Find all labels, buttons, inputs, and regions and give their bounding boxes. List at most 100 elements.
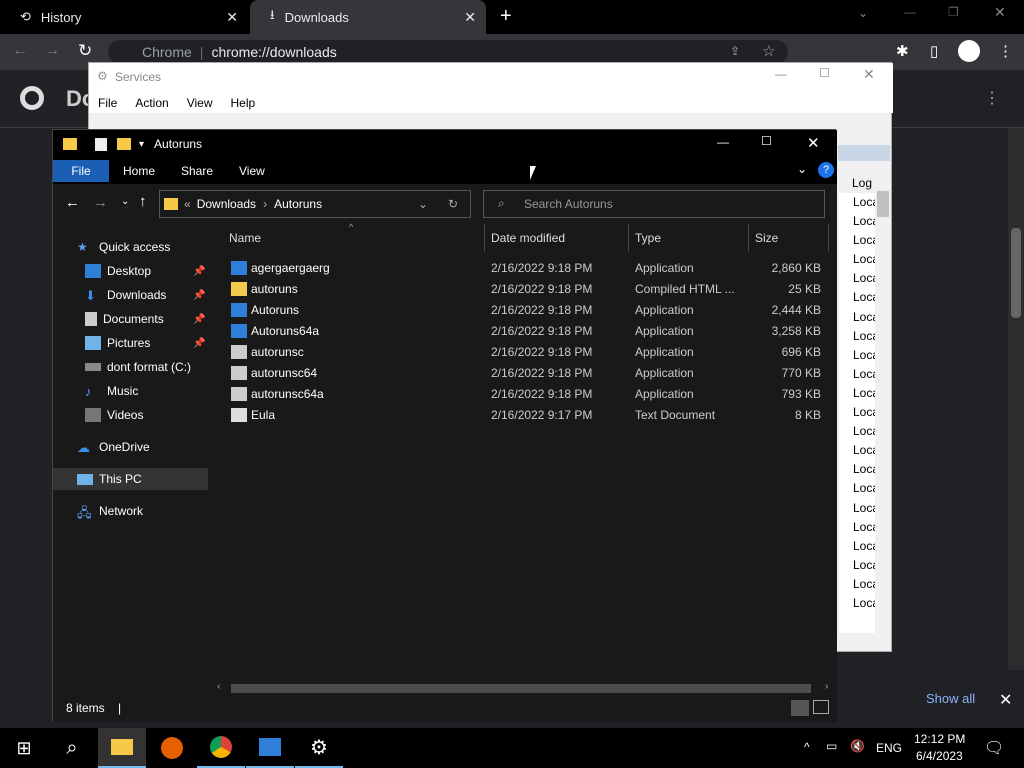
service-row[interactable]: Loca xyxy=(839,422,875,441)
service-row[interactable]: Loca xyxy=(839,403,875,422)
taskbar-chrome[interactable] xyxy=(197,728,245,768)
extension-icon[interactable]: ✱ xyxy=(896,42,909,60)
properties-icon[interactable] xyxy=(95,137,107,151)
column-size[interactable]: Size xyxy=(749,224,829,252)
service-row[interactable]: Loca xyxy=(839,212,875,231)
menu-icon[interactable]: ⋮ xyxy=(998,42,1013,60)
show-all-button[interactable]: Show all xyxy=(926,691,975,706)
services-close-icon[interactable]: ✕ xyxy=(863,66,875,83)
nav-this-pc[interactable]: This PC xyxy=(53,468,208,490)
service-row[interactable]: Loca xyxy=(839,308,875,327)
profile-icon[interactable] xyxy=(958,40,980,62)
close-tab-icon[interactable]: ✕ xyxy=(226,9,238,26)
minimize-icon[interactable]: — xyxy=(904,5,916,19)
nav-back-icon[interactable]: ← xyxy=(65,194,80,211)
recent-locations-icon[interactable]: ⌄ xyxy=(121,196,129,207)
services-scrollbar[interactable] xyxy=(875,173,891,601)
clock-time[interactable]: 12:12 PM xyxy=(914,732,965,746)
search-button[interactable]: ⌕ xyxy=(48,728,96,768)
explorer-maximize-icon[interactable]: ☐ xyxy=(761,134,772,148)
service-row[interactable]: Loca xyxy=(839,460,875,479)
taskbar-file-explorer[interactable] xyxy=(98,728,146,768)
large-icons-view-icon[interactable] xyxy=(813,700,829,714)
ribbon-share-tab[interactable]: Share xyxy=(181,164,213,178)
column-type[interactable]: Type xyxy=(629,224,749,252)
service-row[interactable]: Loca xyxy=(839,346,875,365)
share-icon[interactable]: ⇪ xyxy=(730,44,740,58)
new-folder-icon[interactable] xyxy=(117,138,131,150)
service-row[interactable]: Loca xyxy=(839,250,875,269)
notifications-icon[interactable]: 🗨 xyxy=(984,738,1004,758)
tab-downloads[interactable]: ⭳ Downloads ✕ xyxy=(250,0,486,34)
taskbar-services[interactable] xyxy=(246,728,294,768)
ribbon-file-tab[interactable]: File xyxy=(53,160,109,182)
file-row[interactable]: autorunsc 2/16/2022 9:18 PM Application 696… xyxy=(221,341,821,362)
service-row[interactable]: Loca xyxy=(839,288,875,307)
column-name[interactable]: Name xyxy=(223,224,485,252)
page-scrollbar[interactable] xyxy=(1008,128,1024,670)
file-row[interactable]: autoruns 2/16/2022 9:18 PM Compiled HTML .… xyxy=(221,278,821,299)
new-tab-icon[interactable]: + xyxy=(500,5,512,28)
nav-forward-icon[interactable]: → xyxy=(93,194,108,211)
expand-ribbon-icon[interactable]: ⌄ xyxy=(797,162,807,176)
nav-up-icon[interactable]: ↑ xyxy=(139,193,147,210)
service-row[interactable]: Loca xyxy=(839,518,875,537)
services-maximize-icon[interactable]: ☐ xyxy=(819,66,830,80)
network-tray-icon[interactable]: ▭ xyxy=(826,739,837,753)
bookmark-star-icon[interactable]: ☆ xyxy=(762,42,775,60)
nav-network[interactable]: 🖧 Network xyxy=(77,500,232,522)
scroll-left-icon[interactable]: ‹ xyxy=(217,681,220,692)
customize-qat-icon[interactable]: ▾ xyxy=(139,139,144,150)
breadcrumb-autoruns[interactable]: Autoruns xyxy=(274,197,322,211)
close-window-icon[interactable]: ✕ xyxy=(994,4,1006,21)
service-row[interactable]: Loca xyxy=(839,269,875,288)
service-row[interactable]: Loca xyxy=(839,575,875,594)
forward-icon[interactable]: → xyxy=(44,42,60,60)
close-tab-icon[interactable]: ✕ xyxy=(464,9,476,26)
service-row[interactable]: Loca xyxy=(839,231,875,250)
service-row[interactable]: Loca xyxy=(839,594,875,613)
explorer-minimize-icon[interactable]: — xyxy=(717,135,729,149)
back-icon[interactable]: ← xyxy=(12,42,28,60)
details-view-icon[interactable] xyxy=(791,700,809,716)
page-menu-icon[interactable]: ⋮ xyxy=(984,88,1000,108)
service-row[interactable]: Loca xyxy=(839,556,875,575)
nav-quick-access[interactable]: ★ Quick access xyxy=(77,236,232,258)
breadcrumb[interactable]: « Downloads › Autoruns ⌄ ↻ xyxy=(159,190,471,218)
tab-history[interactable]: ⟲ History ✕ xyxy=(0,0,248,34)
taskbar-firefox[interactable] xyxy=(148,728,196,768)
tray-overflow-icon[interactable]: ^ xyxy=(804,740,810,754)
nav-onedrive[interactable]: ☁ OneDrive xyxy=(77,436,232,458)
reload-icon[interactable]: ↻ xyxy=(78,41,92,61)
close-shelf-icon[interactable]: ✕ xyxy=(999,690,1012,710)
address-bar[interactable]: Chrome | chrome://downloads xyxy=(108,40,788,64)
search-box[interactable]: ⌕ Search Autoruns xyxy=(483,190,825,218)
file-row[interactable]: Autoruns 2/16/2022 9:18 PM Application 2,44… xyxy=(221,299,821,320)
service-row[interactable]: Loca xyxy=(839,499,875,518)
service-row[interactable]: Loca xyxy=(839,537,875,556)
ribbon-home-tab[interactable]: Home xyxy=(123,164,155,178)
side-panel-icon[interactable]: ▯ xyxy=(930,42,938,60)
file-row[interactable]: Eula 2/16/2022 9:17 PM Text Document 8 KB xyxy=(221,404,821,425)
services-list-header[interactable]: Log xyxy=(852,176,872,190)
clock-date[interactable]: 6/4/2023 xyxy=(916,749,963,763)
taskbar-settings[interactable]: ⚙ xyxy=(295,728,343,768)
menu-view[interactable]: View xyxy=(187,96,213,113)
service-row[interactable]: Loca xyxy=(839,441,875,460)
file-row[interactable]: autorunsc64 2/16/2022 9:18 PM Application 7… xyxy=(221,362,821,383)
breadcrumb-downloads[interactable]: Downloads xyxy=(197,197,256,211)
file-row[interactable]: agergaergaerg 2/16/2022 9:18 PM Applicatio… xyxy=(221,257,821,278)
language-indicator[interactable]: ENG xyxy=(876,741,902,755)
menu-help[interactable]: Help xyxy=(231,96,256,113)
menu-file[interactable]: File xyxy=(98,96,117,113)
scroll-right-icon[interactable]: › xyxy=(825,681,828,692)
volume-muted-icon[interactable]: 🔇 xyxy=(850,739,865,753)
file-row[interactable]: Autoruns64a 2/16/2022 9:18 PM Application 3… xyxy=(221,320,821,341)
service-row[interactable]: Loca xyxy=(839,365,875,384)
file-row[interactable]: autorunsc64a 2/16/2022 9:18 PM Application… xyxy=(221,383,821,404)
explorer-close-icon[interactable]: ✕ xyxy=(807,134,820,152)
menu-action[interactable]: Action xyxy=(135,96,168,113)
breadcrumb-dropdown-icon[interactable]: ⌄ xyxy=(418,197,428,211)
horizontal-scrollbar[interactable]: ‹ › xyxy=(211,680,837,696)
ribbon-view-tab[interactable]: View xyxy=(239,164,265,178)
